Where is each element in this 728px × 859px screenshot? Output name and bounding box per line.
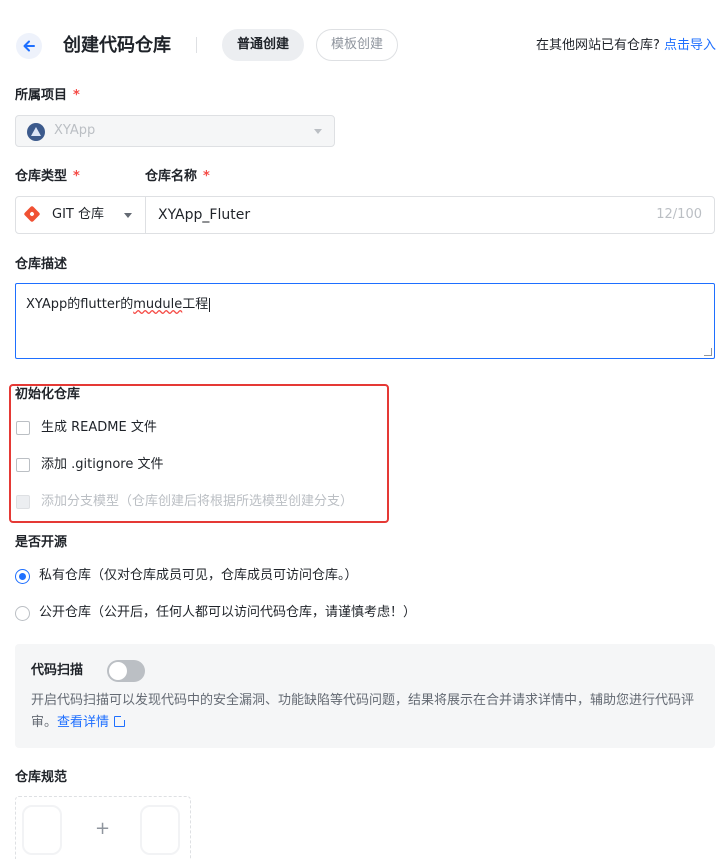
gitignore-checkbox-label: 添加 .gitignore 文件 [41, 457, 164, 472]
branch-model-checkbox-row: 添加分支模型（仓库创建后将根据所选模型创建分支） [16, 493, 353, 511]
page-header: 创建代码仓库 普通创建 模板创建 在其他网站已有仓库? 点击导入 [0, 28, 728, 64]
required-mark: * [203, 169, 210, 184]
text-cursor [209, 297, 211, 312]
readme-checkbox-label: 生成 README 文件 [41, 420, 157, 435]
description-text-post: 工程 [182, 297, 209, 312]
decorative-pattern-icon [22, 805, 62, 855]
code-scan-description-text: 开启代码扫描可以发现代码中的安全漏洞、功能缺陷等代码问题，结果将展示在合并请求详… [31, 693, 695, 730]
private-radio-label: 私有仓库（仅对仓库成员可见，仓库成员可访问仓库。） [39, 568, 358, 583]
header-divider [196, 37, 197, 53]
description-text-pre: XYApp的flutter的 [26, 297, 134, 312]
chevron-down-icon [314, 129, 322, 134]
public-radio[interactable] [15, 605, 30, 621]
import-hint-text: 在其他网站已有仓库? [535, 38, 660, 53]
branch-model-checkbox-label: 添加分支模型（仓库创建后将根据所选模型创建分支） [41, 494, 354, 509]
private-radio[interactable] [15, 568, 30, 584]
chevron-down-icon [124, 213, 132, 218]
import-link[interactable]: 点击导入 [664, 38, 716, 53]
gitignore-checkbox-row[interactable]: 添加 .gitignore 文件 [16, 456, 163, 474]
project-select-value: XYApp [54, 123, 96, 138]
import-hint: 在其他网站已有仓库? 点击导入 [536, 37, 716, 55]
page-title: 创建代码仓库 [63, 35, 171, 56]
repo-type-label: 仓库类型 * [15, 168, 80, 186]
tab-template-create[interactable]: 模板创建 [316, 29, 398, 61]
readme-checkbox[interactable] [16, 421, 30, 435]
plus-icon: + [95, 818, 111, 839]
repo-rules-add-card[interactable]: + [15, 796, 191, 859]
repo-name-label: 仓库名称 * [145, 168, 210, 186]
repo-name-counter: 12/100 [656, 207, 702, 222]
public-radio-row[interactable]: 公开仓库（公开后，任何人都可以访问代码仓库，请谨慎考虑！） [15, 604, 416, 622]
arrow-left-icon [23, 40, 35, 52]
readme-checkbox-row[interactable]: 生成 README 文件 [16, 419, 157, 437]
required-mark: * [73, 169, 80, 184]
code-scan-label: 代码扫描 [31, 663, 84, 678]
gitignore-checkbox[interactable] [16, 458, 30, 472]
git-icon [23, 205, 41, 223]
back-button[interactable] [16, 33, 42, 59]
project-label: 所属项目 * [15, 87, 80, 105]
repo-name-input[interactable]: XYApp_Fluter [158, 206, 250, 224]
project-avatar-icon [27, 123, 45, 141]
project-label-text: 所属项目 [15, 88, 68, 103]
description-text-misspelled: mudule [133, 297, 183, 312]
code-scan-toggle[interactable] [107, 660, 145, 682]
toggle-knob [109, 662, 127, 680]
public-radio-label: 公开仓库（公开后，任何人都可以访问代码仓库，请谨慎考虑！） [39, 605, 417, 620]
description-label: 仓库描述 [15, 257, 68, 272]
code-scan-panel: 代码扫描 开启代码扫描可以发现代码中的安全漏洞、功能缺陷等代码问题，结果将展示在… [15, 644, 715, 748]
decorative-pattern-icon [140, 805, 180, 855]
repo-rules-label: 仓库规范 [15, 770, 68, 785]
branch-model-checkbox [16, 495, 30, 509]
tab-normal-create[interactable]: 普通创建 [222, 29, 304, 61]
repo-name-label-text: 仓库名称 [145, 169, 198, 184]
description-textarea[interactable]: XYApp的flutter的mudule工程 [15, 283, 715, 359]
description-value: XYApp的flutter的mudule工程 [26, 296, 211, 314]
external-link-icon[interactable] [114, 714, 128, 727]
required-mark: * [73, 88, 80, 103]
resize-grip-icon[interactable] [704, 348, 712, 356]
code-scan-details-link[interactable]: 查看详情 [57, 715, 109, 730]
visibility-label: 是否开源 [15, 535, 68, 550]
repo-type-label-text: 仓库类型 [15, 169, 68, 184]
project-select[interactable]: XYApp [15, 115, 335, 147]
private-radio-row[interactable]: 私有仓库（仅对仓库成员可见，仓库成员可访问仓库。） [15, 567, 358, 585]
init-repo-label: 初始化仓库 [15, 387, 81, 402]
repo-type-name-group: GIT 仓库 XYApp_Fluter 12/100 [15, 196, 715, 234]
code-scan-description: 开启代码扫描可以发现代码中的安全漏洞、功能缺陷等代码问题，结果将展示在合并请求详… [31, 690, 703, 734]
repo-type-value: GIT 仓库 [52, 207, 104, 222]
repo-type-select[interactable]: GIT 仓库 [16, 197, 146, 233]
